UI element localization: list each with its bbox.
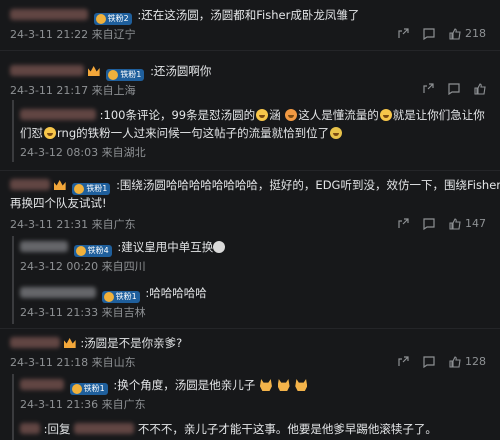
username-blurred[interactable]: [10, 179, 50, 190]
location: 来自湖北: [101, 146, 146, 159]
share-icon[interactable]: [397, 217, 409, 230]
crown-icon: [87, 66, 100, 76]
location: 来自广东: [101, 398, 146, 411]
like-icon: [449, 355, 461, 368]
cat-emoji-icon: [277, 379, 290, 391]
crown-icon: [63, 338, 76, 348]
fan-badge: 铁粉1: [69, 383, 108, 395]
comment-icon[interactable]: [423, 355, 435, 368]
timestamp: 24-3-11 21:22: [10, 28, 89, 41]
timestamp: 24-3-12 00:20: [20, 260, 99, 273]
like-count: 218: [465, 27, 486, 40]
like-count: 147: [465, 217, 486, 230]
comment-icon[interactable]: [423, 27, 435, 40]
reply-target-blurred[interactable]: [74, 423, 135, 434]
cat-emoji-icon: [259, 379, 272, 391]
username-blurred[interactable]: [10, 337, 60, 348]
share-icon[interactable]: [397, 27, 409, 40]
fan-badge: 铁粉1: [101, 291, 140, 303]
like-button[interactable]: 128: [449, 355, 486, 368]
like-count: 128: [465, 355, 486, 368]
fan-badge: 铁粉1: [106, 69, 145, 81]
username-blurred[interactable]: [20, 287, 96, 298]
timestamp: 24-3-11 21:17: [10, 84, 89, 97]
comment-text: :汤圆是不是你亲爹?: [80, 336, 183, 350]
like-button[interactable]: 147: [449, 217, 486, 230]
like-icon: [449, 217, 461, 230]
cat-emoji-icon: [295, 379, 308, 391]
location: 来自四川: [101, 260, 146, 273]
timestamp: 24-3-12 08:03: [20, 146, 99, 159]
comment-text: :还在这汤圆，汤圆都和Fisher成卧龙凤雏了: [137, 8, 360, 22]
crown-icon: [53, 180, 66, 190]
location: 来自上海: [91, 84, 136, 97]
location: 来自辽宁: [91, 28, 136, 41]
like-button[interactable]: [474, 83, 486, 95]
like-button[interactable]: 218: [449, 27, 486, 40]
comment-1-line: 铁粉2 :还在这汤圆，汤圆都和Fisher成卧龙凤雏了: [10, 6, 490, 25]
sticker-emoji-icon: [213, 241, 226, 253]
timestamp: 24-3-11 21:36: [20, 398, 99, 411]
timestamp: 24-3-11 21:31: [10, 218, 89, 231]
fan-badge: 铁粉2: [93, 13, 132, 25]
laugh-emoji-icon: [285, 109, 298, 121]
username-blurred[interactable]: [10, 9, 88, 20]
laugh-emoji-icon: [379, 109, 392, 121]
laugh-emoji-icon: [330, 127, 343, 139]
comment-icon[interactable]: [448, 83, 460, 95]
laugh-emoji-icon: [256, 109, 269, 121]
timestamp: 24-3-11 21:33: [20, 306, 99, 319]
comment-text: :围绕汤圆哈哈哈哈哈哈哈哈，挺好的，EDG听到没，效仿一下，围绕Fisher: [116, 178, 500, 192]
share-icon[interactable]: [397, 355, 409, 368]
comment-text: :还汤圆啊你: [150, 64, 212, 78]
fan-badge: 铁粉4: [73, 245, 112, 257]
share-icon[interactable]: [422, 83, 434, 95]
timestamp: 24-3-11 21:18: [10, 356, 89, 369]
laugh-emoji-icon: [44, 127, 56, 139]
location: 来自广东: [91, 218, 136, 231]
username-blurred[interactable]: [20, 379, 64, 390]
username-blurred[interactable]: [20, 109, 96, 120]
location: 来自山东: [91, 356, 136, 369]
username-blurred[interactable]: [10, 65, 84, 76]
location: 来自吉林: [101, 306, 146, 319]
like-icon: [449, 27, 461, 40]
username-blurred[interactable]: [20, 241, 68, 252]
comment-icon[interactable]: [423, 217, 435, 230]
comment-meta: 24-3-11 21:22 来自辽宁: [10, 28, 136, 42]
username-blurred[interactable]: [20, 423, 40, 434]
like-icon: [474, 83, 486, 95]
